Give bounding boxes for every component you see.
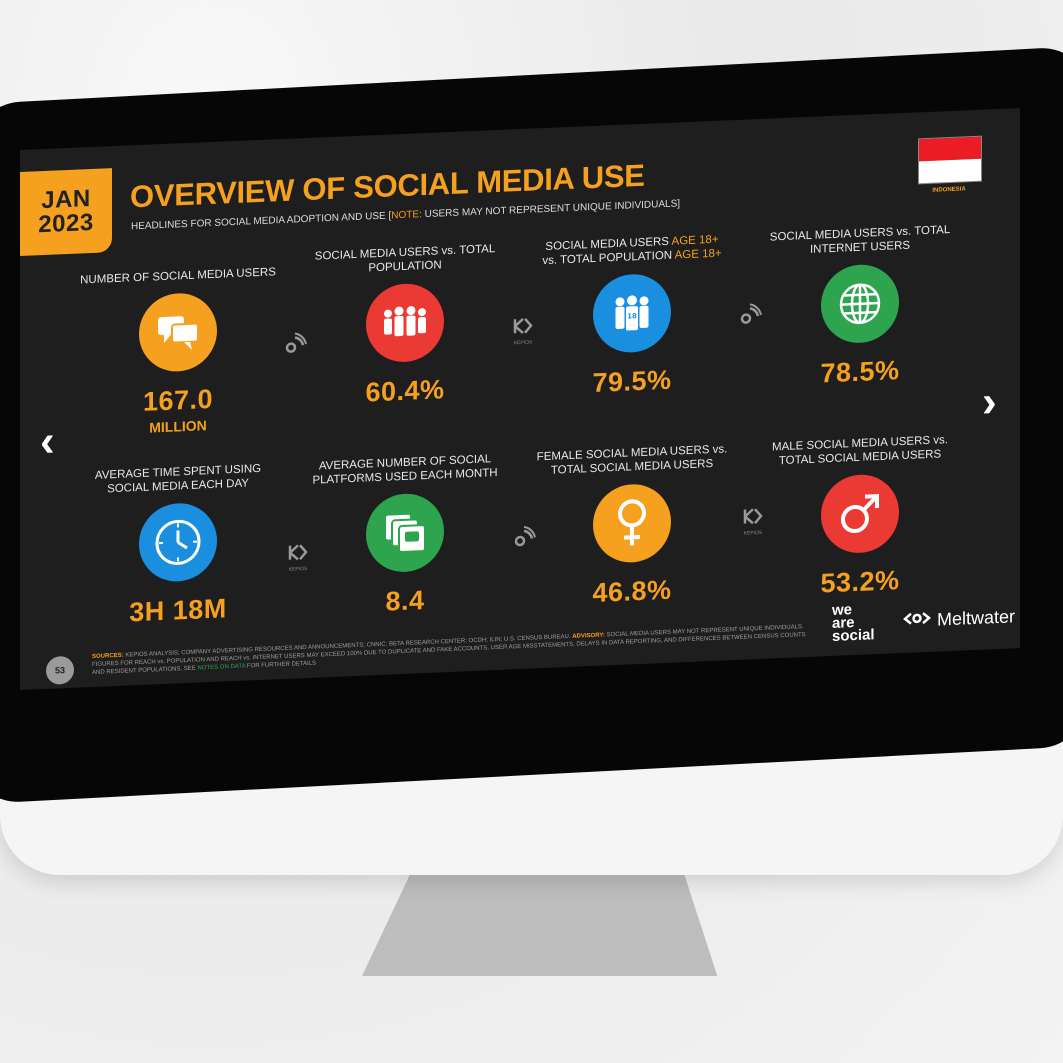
page-number: 53: [46, 655, 74, 685]
tile-users-vs-population: SOCIAL MEDIA USERS vs. TOTAL POPULATION …: [305, 240, 505, 411]
speech-bubbles-icon: [139, 291, 217, 374]
next-slide-arrow[interactable]: ›: [982, 377, 997, 428]
tile-value: 60.4%: [365, 374, 445, 408]
tile-value: 53.2%: [820, 565, 900, 599]
tile-label: SOCIAL MEDIA USERS vs. TOTAL POPULATION: [314, 243, 496, 275]
tile-value: 3H 18M: [129, 593, 227, 628]
tile-female-users: FEMALE SOCIAL MEDIA USERS vs. TOTAL SOCI…: [532, 440, 732, 611]
slide-screen: JAN 2023 OVERVIEW OF SOCIAL MEDIA USE HE…: [20, 108, 1020, 690]
tile-label: SOCIAL MEDIA USERS AGE 18+ vs. TOTAL POPU…: [542, 233, 722, 268]
clock-icon: [139, 501, 217, 584]
tile-time-spent: AVERAGE TIME SPENT USING SOCIAL MEDIA EA…: [78, 459, 278, 630]
meltwater-logo: Meltwater: [902, 606, 1015, 632]
tile-label: AVERAGE NUMBER OF SOCIAL PLATFORMS USED …: [312, 453, 498, 487]
subtitle-suffix: USERS MAY NOT REPRESENT UNIQUE INDIVIDUA…: [421, 198, 681, 221]
tile-platforms-used: AVERAGE NUMBER OF SOCIAL PLATFORMS USED …: [305, 450, 505, 621]
adults-18-icon: 18: [593, 272, 671, 354]
tile-label: SOCIAL MEDIA USERS vs. TOTAL INTERNET US…: [769, 224, 951, 256]
globe-icon: [821, 263, 899, 345]
tile-social-media-users: NUMBER OF SOCIAL MEDIA USERS 167.0 MILLI…: [78, 249, 278, 438]
meltwater-mark-icon: [903, 612, 931, 625]
tile-label: NUMBER OF SOCIAL MEDIA USERS: [80, 266, 276, 287]
tile-value: 46.8%: [592, 574, 672, 609]
notes-on-data-link[interactable]: NOTES ON DATA: [197, 664, 245, 672]
tile-male-users: MALE SOCIAL MEDIA USERS vs. TOTAL SOCIAL…: [760, 431, 960, 602]
subtitle-prefix: HEADLINES FOR SOCIAL MEDIA ADOPTION AND …: [131, 210, 392, 233]
tile-value: 78.5%: [820, 355, 900, 389]
stacked-apps-icon: [366, 492, 444, 574]
tile-value: 79.5%: [592, 364, 672, 399]
previous-slide-arrow[interactable]: ‹: [40, 417, 55, 468]
date-year: 2023: [38, 208, 94, 239]
subtitle-note: NOTE:: [391, 209, 422, 222]
female-symbol-icon: [593, 482, 671, 564]
tile-value: 8.4: [385, 585, 425, 617]
we-are-social-logo: we are social: [832, 601, 875, 645]
tile-label: MALE SOCIAL MEDIA USERS vs. TOTAL SOCIAL…: [772, 434, 948, 468]
age-badge: 18: [627, 312, 637, 320]
people-group-icon: [366, 282, 444, 364]
tile-adults-vs-population: SOCIAL MEDIA USERS AGE 18+ vs. TOTAL POPU…: [532, 230, 732, 401]
tile-users-vs-internet: SOCIAL MEDIA USERS vs. TOTAL INTERNET US…: [760, 221, 960, 392]
date-badge: JAN 2023: [20, 168, 112, 256]
indonesia-flag-icon: [918, 135, 982, 185]
male-symbol-icon: [821, 473, 899, 555]
tile-label: FEMALE SOCIAL MEDIA USERS vs. TOTAL SOCI…: [536, 443, 728, 477]
tile-label: AVERAGE TIME SPENT USING SOCIAL MEDIA EA…: [94, 462, 262, 496]
country-label: INDONESIA: [932, 186, 966, 194]
